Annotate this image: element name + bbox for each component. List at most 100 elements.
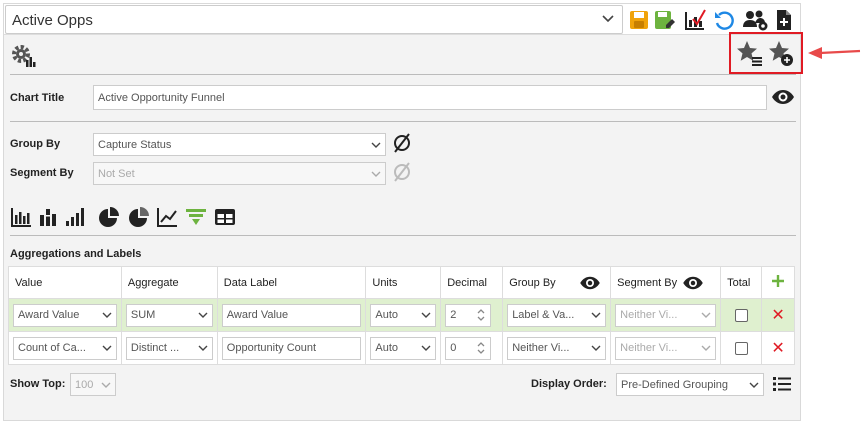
value-select[interactable]: Count of Ca... [13, 336, 117, 360]
group-by-select[interactable]: Capture Status [93, 133, 386, 156]
clear-group-by-icon[interactable] [392, 133, 412, 153]
donut-chart-icon[interactable] [128, 206, 150, 228]
aggregate-select[interactable]: Distinct ... [125, 336, 213, 360]
chevron-down-icon [749, 382, 759, 388]
divider [10, 235, 796, 236]
chart-settings-icon[interactable] [10, 43, 36, 69]
column-header-group-by: Group By [502, 266, 612, 299]
display-order-select[interactable]: Pre-Defined Grouping [616, 373, 764, 396]
show-top-label: Show Top: [10, 378, 66, 390]
eye-icon[interactable] [682, 275, 704, 291]
segment-by-display-select[interactable]: Neither Vi... [615, 303, 717, 327]
table-cell [720, 331, 763, 365]
eye-icon[interactable] [579, 275, 601, 291]
segment-by-value: Not Set [98, 167, 135, 180]
group-by-display-select[interactable]: Neither Vi... [507, 336, 607, 360]
table-cell: Neither Vi... [502, 331, 612, 365]
table-cell: 2 [440, 298, 504, 332]
column-header: Data Label [216, 266, 367, 299]
total-checkbox[interactable] [734, 341, 748, 355]
add-icon[interactable] [771, 274, 785, 288]
table-cell: Neither Vi... [610, 331, 722, 365]
chart-title-input[interactable]: Active Opportunity Funnel [93, 85, 767, 110]
units-select[interactable]: Auto [370, 303, 437, 327]
value-select[interactable]: Award Value [13, 303, 117, 327]
table-cell: Label & Va... [502, 298, 612, 332]
chevron-down-icon [591, 312, 601, 318]
aggregations-table: Value Aggregate Data Label Units Decimal… [8, 266, 795, 365]
units-select[interactable]: Auto [370, 336, 437, 360]
group-by-value: Capture Status [98, 138, 172, 151]
group-by-text: Label & Va... [512, 309, 575, 321]
table-header-row: Value Aggregate Data Label Units Decimal… [8, 266, 795, 299]
chevron-down-icon [701, 345, 711, 351]
table-cell: Distinct ... [120, 331, 218, 365]
line-chart-icon[interactable] [156, 206, 178, 228]
table-cell: Opportunity Count [216, 331, 367, 365]
favorites-highlight-box [729, 32, 803, 74]
aggregate-select[interactable]: SUM [125, 303, 213, 327]
delete-row-icon[interactable]: ✕ [762, 338, 794, 358]
stepper-arrows-icon[interactable] [476, 341, 486, 355]
column-chart-icon[interactable] [10, 206, 32, 228]
save-as-icon[interactable] [654, 9, 676, 31]
decimal-stepper[interactable]: 0 [445, 336, 492, 360]
clear-segment-by-icon[interactable] [392, 162, 412, 182]
table-cell [720, 298, 763, 332]
top-toolbar: Active Opps [4, 4, 800, 35]
data-label-input[interactable]: Award Value [221, 303, 362, 327]
decimal-text: 0 [450, 342, 457, 354]
group-by-text: Neither Vi... [512, 342, 570, 354]
add-favorite-icon[interactable] [767, 39, 795, 67]
stacked-column-chart-icon[interactable] [38, 206, 60, 228]
segment-by-text: Neither Vi... [620, 342, 678, 354]
funnel-chart-icon[interactable] [185, 206, 207, 228]
aggregate-text: Distinct ... [130, 342, 180, 354]
table-cell: Award Value [8, 298, 122, 332]
chevron-down-icon [101, 382, 111, 388]
stepper-arrows-icon[interactable] [476, 308, 486, 322]
column-header-label: Group By [509, 276, 556, 289]
table-cell: Auto [365, 331, 442, 365]
table-row: Award Value SUM Award Value Auto 2 Label… [8, 298, 795, 332]
decimal-text: 2 [450, 309, 457, 321]
segment-by-label: Segment By [10, 167, 74, 179]
display-order-value: Pre-Defined Grouping [621, 378, 729, 391]
table-view-icon[interactable] [214, 206, 236, 228]
chevron-down-icon [102, 312, 112, 318]
total-checkbox[interactable] [734, 308, 748, 322]
report-name: Active Opps [12, 12, 93, 29]
bar-chart-icon[interactable] [64, 206, 86, 228]
delete-row-icon[interactable]: ✕ [762, 305, 794, 325]
value-text: Award Value [18, 309, 80, 321]
chart-check-icon[interactable] [684, 9, 706, 31]
segment-by-select[interactable]: Not Set [93, 162, 386, 185]
column-header: Total [720, 266, 763, 299]
favorites-list-icon[interactable] [735, 39, 763, 67]
column-header: Value [8, 266, 122, 299]
save-icon[interactable] [628, 9, 650, 31]
list-order-icon[interactable] [772, 375, 792, 393]
undo-icon[interactable] [713, 9, 735, 31]
show-top-select[interactable]: 100 [70, 373, 116, 396]
add-row-cell [761, 266, 795, 299]
table-cell: Award Value [216, 298, 367, 332]
new-file-icon[interactable] [773, 9, 795, 31]
chevron-down-icon [102, 345, 112, 351]
data-label-input[interactable]: Opportunity Count [221, 336, 362, 360]
group-by-display-select[interactable]: Label & Va... [507, 303, 607, 327]
share-users-icon[interactable] [743, 9, 769, 31]
units-text: Auto [375, 342, 399, 354]
eye-icon[interactable] [771, 88, 795, 106]
segment-by-text: Neither Vi... [620, 309, 678, 321]
segment-by-display-select[interactable]: Neither Vi... [615, 336, 717, 360]
display-order-label: Display Order: [531, 378, 607, 390]
table-cell: ✕ [761, 298, 795, 332]
report-select[interactable]: Active Opps [5, 5, 623, 34]
table-cell: Auto [365, 298, 442, 332]
table-cell: 0 [440, 331, 504, 365]
decimal-stepper[interactable]: 2 [445, 303, 492, 327]
pie-chart-icon[interactable] [98, 206, 120, 228]
show-top-value: 100 [75, 378, 94, 391]
divider [10, 74, 796, 75]
